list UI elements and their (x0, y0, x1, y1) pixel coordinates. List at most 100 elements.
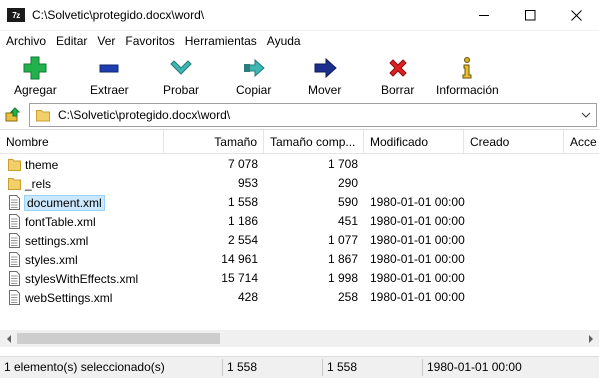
minimize-icon (478, 15, 489, 16)
file-packed-size: 1 867 (327, 252, 358, 266)
folder-icon (8, 178, 21, 190)
column-header-row: Nombre Tamaño Tamaño comp... Modificado … (0, 130, 599, 154)
extract-button[interactable]: Extraer (90, 55, 129, 97)
column-packed-size[interactable]: Tamaño comp... (264, 130, 364, 154)
test-button[interactable]: Probar (163, 55, 199, 97)
file-size: 2 554 (227, 233, 258, 247)
menu-bar: Archivo Editar Ver Favoritos Herramienta… (0, 31, 599, 51)
file-icon (9, 271, 20, 286)
file-name-cell: stylesWithEffects.xml (8, 270, 138, 287)
move-label: Mover (308, 83, 342, 97)
file-size: 15 714 (221, 271, 258, 285)
file-name-cell: document.xml (8, 194, 105, 211)
file-packed-size: 1 077 (327, 233, 358, 247)
scroll-left-button[interactable] (0, 330, 17, 347)
add-button[interactable]: Agregar (14, 55, 57, 97)
file-name-cell: styles.xml (8, 251, 78, 268)
column-accessed[interactable]: Acce (564, 130, 599, 154)
file-icon (9, 252, 20, 267)
folder-up-button[interactable] (0, 102, 26, 128)
menu-herramientas[interactable]: Herramientas (181, 34, 261, 48)
table-row[interactable]: theme 7 078 1 708 (0, 155, 599, 174)
file-icon (9, 233, 20, 248)
column-name[interactable]: Nombre (0, 130, 164, 154)
arrow-left-icon (6, 334, 11, 343)
horizontal-scrollbar[interactable] (0, 330, 599, 347)
window-title: C:\Solvetic\protegido.docx\word\ (32, 8, 205, 22)
status-packed: 1 558 (322, 359, 422, 376)
table-row[interactable]: stylesWithEffects.xml 15 714 1 998 1980-01-… (0, 269, 599, 288)
menu-archivo[interactable]: Archivo (2, 34, 50, 48)
file-name-cell: fontTable.xml (8, 213, 96, 230)
file-name: styles.xml (25, 252, 78, 267)
table-row[interactable]: document.xml 1 558 590 1980-01-01 00:00 (0, 193, 599, 212)
file-name-cell: webSettings.xml (8, 289, 112, 306)
arrow-right-icon (588, 334, 593, 343)
status-size: 1 558 (222, 359, 322, 376)
scrollbar-thumb[interactable] (17, 333, 220, 344)
table-row[interactable]: _rels 953 290 (0, 174, 599, 193)
maximize-icon (524, 10, 535, 21)
file-packed-size: 258 (337, 290, 358, 304)
file-name-cell: _rels (8, 175, 51, 192)
file-size: 1 186 (227, 214, 258, 228)
file-name: stylesWithEffects.xml (25, 271, 139, 286)
check-icon (168, 55, 194, 81)
add-label: Agregar (14, 83, 57, 97)
delete-button[interactable]: Borrar (381, 55, 414, 97)
file-size: 428 (237, 290, 258, 304)
table-row[interactable]: settings.xml 2 554 1 077 1980-01-01 00:00 (0, 231, 599, 250)
test-label: Probar (163, 83, 200, 97)
menu-favoritos[interactable]: Favoritos (121, 34, 178, 48)
file-name: settings.xml (25, 233, 89, 248)
file-packed-size: 1 998 (327, 271, 358, 285)
file-name: theme (25, 157, 59, 172)
file-size: 7 078 (227, 157, 258, 171)
file-name: _rels (25, 176, 52, 191)
copy-button[interactable]: Copiar (236, 55, 271, 97)
info-icon (454, 55, 480, 81)
move-button[interactable]: Mover (308, 55, 341, 97)
chevron-down-icon (581, 112, 591, 118)
address-input[interactable]: C:\Solvetic\protegido.docx\word\ (29, 103, 597, 127)
delete-label: Borrar (381, 83, 415, 97)
file-modified (370, 155, 470, 174)
file-modified: 1980-01-01 00:00 (370, 214, 465, 228)
minimize-button[interactable] (461, 0, 507, 31)
menu-editar[interactable]: Editar (52, 34, 91, 48)
file-modified (370, 174, 470, 193)
file-modified: 1980-01-01 00:00 (370, 195, 465, 209)
info-button[interactable]: Información (436, 55, 499, 97)
file-icon (9, 290, 20, 305)
file-modified: 1980-01-01 00:00 (370, 290, 465, 304)
column-modified[interactable]: Modificado (364, 130, 464, 154)
file-packed-size: 290 (337, 176, 358, 190)
extract-label: Extraer (90, 83, 129, 97)
status-selection: 1 elemento(s) seleccionado(s) (4, 360, 165, 374)
file-name: webSettings.xml (25, 290, 113, 305)
file-size: 1 558 (227, 195, 258, 209)
file-name: fontTable.xml (25, 214, 96, 229)
table-row[interactable]: fontTable.xml 1 186 451 1980-01-01 00:00 (0, 212, 599, 231)
file-size: 953 (237, 176, 258, 190)
copy-arrow-icon (241, 55, 267, 81)
table-row[interactable]: webSettings.xml 428 258 1980-01-01 00:00 (0, 288, 599, 307)
scroll-right-button[interactable] (582, 330, 599, 347)
menu-ver[interactable]: Ver (93, 34, 119, 48)
folder-icon (8, 159, 21, 171)
table-row[interactable]: styles.xml 14 961 1 867 1980-01-01 00:00 (0, 250, 599, 269)
delete-x-icon (385, 55, 411, 81)
close-icon (570, 10, 582, 21)
menu-ayuda[interactable]: Ayuda (263, 34, 305, 48)
file-icon (9, 214, 20, 229)
close-button[interactable] (553, 0, 599, 31)
column-size[interactable]: Tamaño (164, 130, 264, 154)
address-path: C:\Solvetic\protegido.docx\word\ (58, 108, 231, 122)
file-packed-size: 590 (337, 195, 358, 209)
status-modified: 1980-01-01 00:00 (422, 359, 599, 376)
column-created[interactable]: Creado (464, 130, 564, 154)
maximize-button[interactable] (507, 0, 553, 31)
file-modified: 1980-01-01 00:00 (370, 271, 465, 285)
file-list: Nombre Tamaño Tamaño comp... Modificado … (0, 129, 599, 347)
plus-icon (22, 55, 48, 81)
